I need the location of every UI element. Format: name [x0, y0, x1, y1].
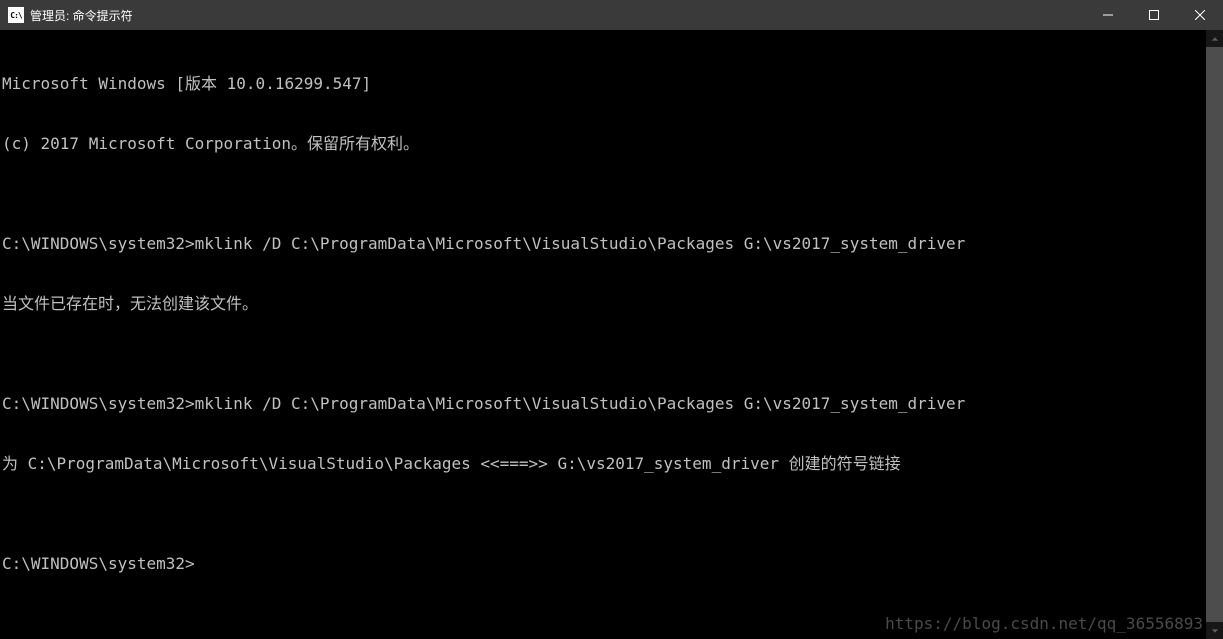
- scroll-down-button[interactable]: [1206, 622, 1223, 639]
- titlebar[interactable]: C:\ 管理员: 命令提示符: [0, 0, 1223, 30]
- terminal-line: C:\WINDOWS\system32>mklink /D C:\Program…: [2, 234, 1206, 254]
- maximize-icon: [1149, 10, 1159, 20]
- window-controls: [1085, 0, 1223, 30]
- cmd-icon: C:\: [8, 7, 24, 23]
- close-icon: [1195, 10, 1205, 20]
- scroll-track[interactable]: [1206, 47, 1223, 622]
- terminal-content[interactable]: Microsoft Windows [版本 10.0.16299.547] (c…: [0, 30, 1206, 639]
- maximize-button[interactable]: [1131, 0, 1177, 30]
- terminal-line: (c) 2017 Microsoft Corporation。保留所有权利。: [2, 134, 1206, 154]
- terminal-line: 当文件已存在时，无法创建该文件。: [2, 294, 1206, 314]
- window-title: 管理员: 命令提示符: [30, 7, 1085, 24]
- terminal-line: C:\WINDOWS\system32>mklink /D C:\Program…: [2, 394, 1206, 414]
- close-button[interactable]: [1177, 0, 1223, 30]
- minimize-icon: [1103, 10, 1113, 20]
- chevron-up-icon: [1211, 35, 1219, 43]
- vertical-scrollbar[interactable]: [1206, 30, 1223, 639]
- minimize-button[interactable]: [1085, 0, 1131, 30]
- terminal-area: Microsoft Windows [版本 10.0.16299.547] (c…: [0, 30, 1223, 639]
- chevron-down-icon: [1211, 627, 1219, 635]
- scroll-thumb[interactable]: [1206, 47, 1223, 622]
- terminal-line: Microsoft Windows [版本 10.0.16299.547]: [2, 74, 1206, 94]
- terminal-line: 为 C:\ProgramData\Microsoft\VisualStudio\…: [2, 454, 1206, 474]
- terminal-line: C:\WINDOWS\system32>: [2, 554, 1206, 574]
- scroll-up-button[interactable]: [1206, 30, 1223, 47]
